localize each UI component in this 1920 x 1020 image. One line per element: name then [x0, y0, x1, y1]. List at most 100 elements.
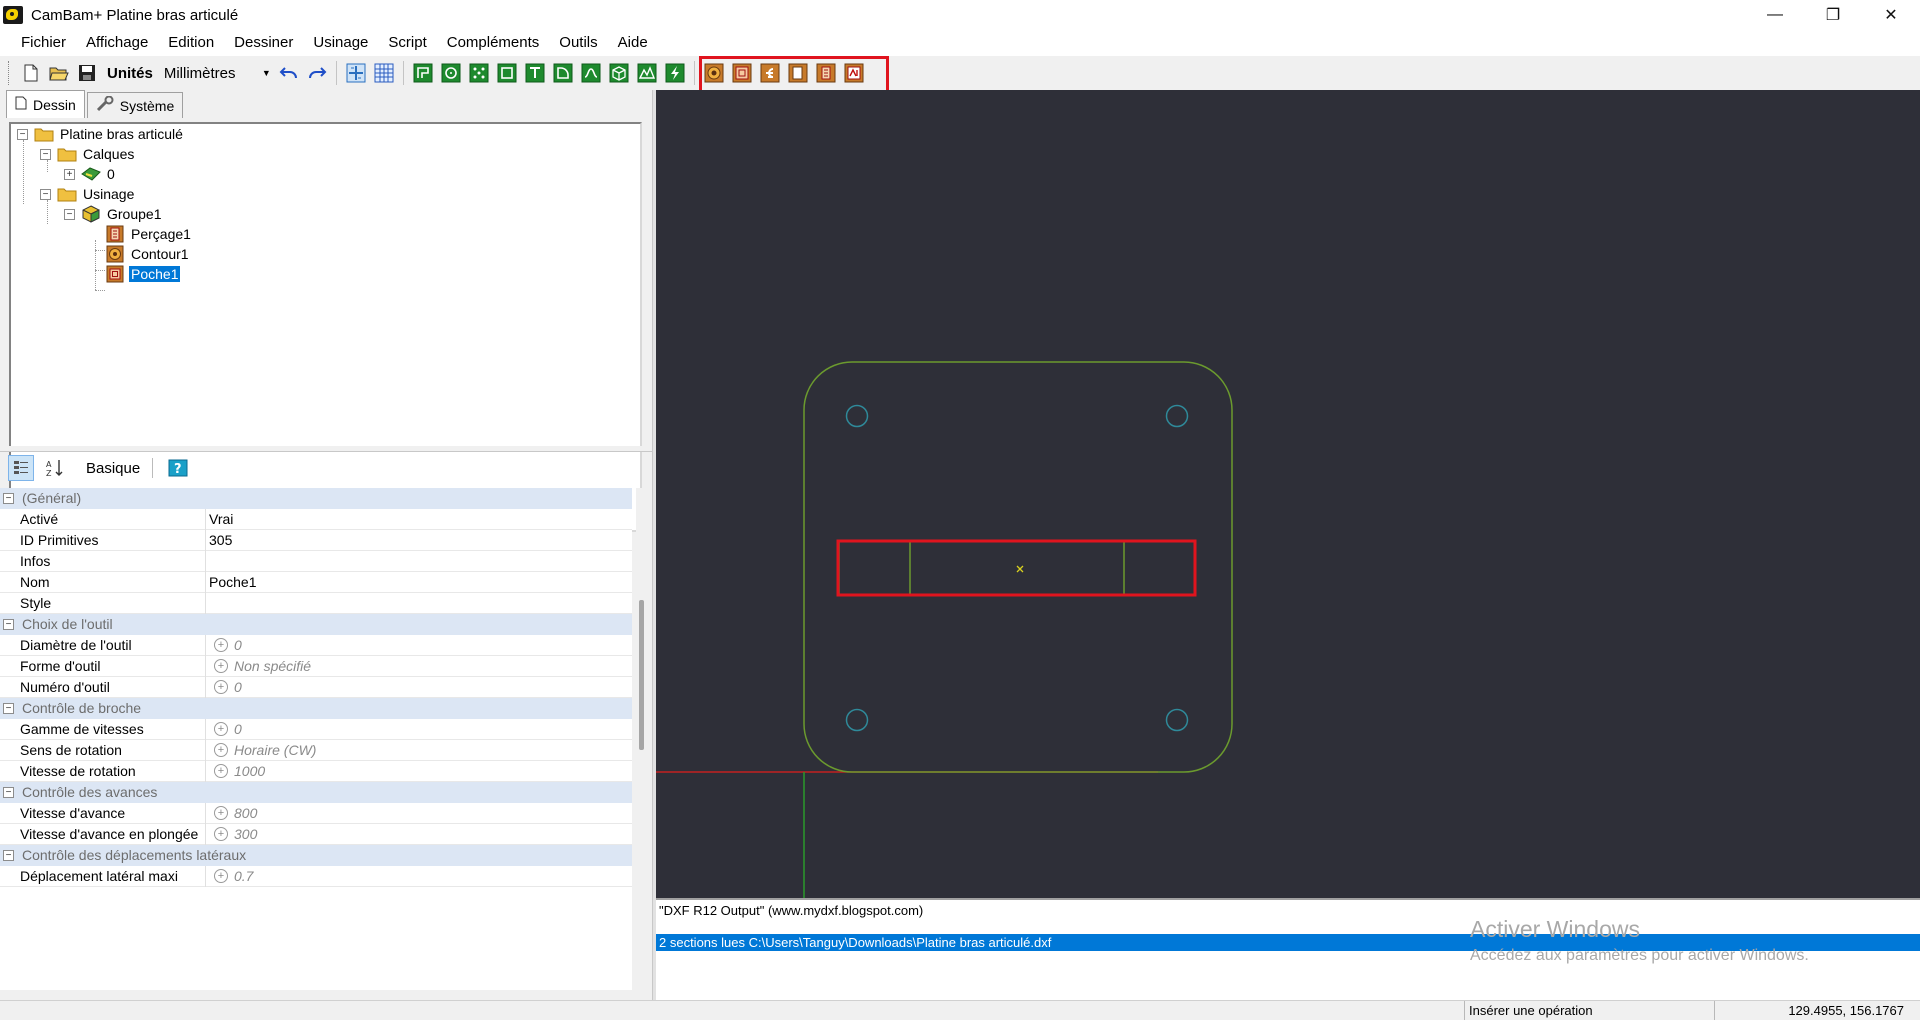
property-value[interactable]: +0: [206, 635, 242, 656]
profile-operation-icon[interactable]: [703, 62, 725, 84]
property-value[interactable]: [206, 593, 209, 614]
property-row[interactable]: Vitesse de rotation +1000: [0, 760, 632, 782]
menu-draw[interactable]: Dessiner: [224, 30, 303, 56]
property-row[interactable]: Déplacement latéral maxi +0.7: [0, 865, 632, 887]
property-row[interactable]: Activé Vrai: [0, 508, 632, 530]
draw-surface-icon[interactable]: [636, 62, 658, 84]
property-value[interactable]: Vrai: [206, 509, 233, 530]
pocket-slot-outline[interactable]: [838, 540, 1196, 596]
property-value[interactable]: +0.7: [206, 866, 253, 887]
property-value[interactable]: +0: [206, 677, 242, 698]
basic-mode-toggle[interactable]: Basique: [86, 460, 140, 477]
collapse-icon[interactable]: −: [3, 849, 14, 861]
collapse-icon[interactable]: −: [40, 188, 51, 200]
toolbar-grip[interactable]: [8, 61, 11, 85]
draw-3d-icon[interactable]: [608, 62, 630, 84]
property-row[interactable]: Style: [0, 592, 632, 614]
generate-gcode-icon[interactable]: [664, 62, 686, 84]
collapse-icon[interactable]: −: [3, 702, 14, 714]
property-value[interactable]: Poche1: [206, 572, 256, 593]
tree-item-drill[interactable]: Perçage1: [105, 224, 193, 244]
inherit-icon[interactable]: +: [214, 764, 228, 778]
property-value[interactable]: +300: [206, 824, 257, 845]
collapse-icon[interactable]: −: [3, 492, 14, 504]
log-line-selected[interactable]: 2 sections lues C:\Users\Tanguy\Download…: [656, 934, 1920, 951]
property-value[interactable]: +0: [206, 719, 242, 740]
lathe-operation-icon[interactable]: [843, 62, 865, 84]
tree-item-pocket[interactable]: Poche1: [105, 264, 182, 284]
menu-view[interactable]: Affichage: [76, 30, 158, 56]
collapse-icon[interactable]: −: [3, 618, 14, 630]
inherit-icon[interactable]: +: [214, 638, 228, 652]
drill-hole-top-right[interactable]: [1165, 404, 1189, 428]
category-tool[interactable]: − Choix de l'outil: [0, 614, 632, 635]
drill-hole-top-left[interactable]: [845, 404, 869, 428]
draw-text-icon[interactable]: [524, 62, 546, 84]
grid-icon[interactable]: [373, 62, 395, 84]
property-value[interactable]: +800: [206, 803, 257, 824]
menu-tools[interactable]: Outils: [549, 30, 607, 56]
property-row[interactable]: Vitesse d'avance en plongée +300: [0, 823, 632, 845]
menu-help[interactable]: Aide: [608, 30, 658, 56]
redo-icon[interactable]: [306, 62, 328, 84]
menu-edit[interactable]: Edition: [158, 30, 224, 56]
menu-file[interactable]: Fichier: [11, 30, 76, 56]
property-value[interactable]: 305: [206, 530, 232, 551]
menu-script[interactable]: Script: [378, 30, 436, 56]
inherit-icon[interactable]: +: [214, 722, 228, 736]
save-icon[interactable]: [76, 62, 98, 84]
property-row[interactable]: Diamètre de l'outil +0: [0, 634, 632, 656]
draw-points-icon[interactable]: [468, 62, 490, 84]
expand-icon[interactable]: +: [64, 168, 75, 180]
properties-scrollbar[interactable]: [636, 488, 648, 990]
alphabetical-sort-icon[interactable]: AZ: [42, 455, 68, 481]
inherit-icon[interactable]: +: [214, 659, 228, 673]
drill-operation-icon[interactable]: [815, 62, 837, 84]
property-value[interactable]: + Non spécifié: [206, 656, 311, 677]
log-line[interactable]: "DXF R12 Output" (www.mydxf.blogspot.com…: [656, 902, 1920, 919]
help-icon[interactable]: ?: [165, 455, 191, 481]
collapse-icon[interactable]: −: [40, 148, 51, 160]
tree-item-profile[interactable]: Contour1: [105, 244, 191, 264]
inherit-icon[interactable]: +: [214, 806, 228, 820]
collapse-icon[interactable]: −: [64, 208, 75, 220]
property-row[interactable]: Gamme de vitesses +0: [0, 718, 632, 740]
drill-hole-bottom-right[interactable]: [1165, 708, 1189, 732]
tree-item-group[interactable]: − Groupe1: [64, 204, 163, 224]
drawing-canvas[interactable]: [656, 90, 1920, 898]
3d-profile-operation-icon[interactable]: [787, 62, 809, 84]
tab-drawing[interactable]: Dessin: [6, 90, 85, 118]
inherit-icon[interactable]: +: [214, 827, 228, 841]
property-row[interactable]: Nom Poche1: [0, 571, 632, 593]
inherit-icon[interactable]: +: [214, 743, 228, 757]
minimize-button[interactable]: —: [1746, 0, 1804, 30]
category-feeds[interactable]: − Contrôle des avances: [0, 782, 632, 803]
tree-item-layer-0[interactable]: + 0: [64, 164, 117, 184]
engrave-operation-icon[interactable]: [759, 62, 781, 84]
close-button[interactable]: ✕: [1862, 0, 1920, 30]
draw-circle-icon[interactable]: [440, 62, 462, 84]
draw-rectangle-icon[interactable]: [496, 62, 518, 84]
tree-item-machining[interactable]: − Usinage: [40, 184, 136, 204]
menu-machining[interactable]: Usinage: [303, 30, 378, 56]
property-row[interactable]: Infos: [0, 550, 632, 572]
open-folder-icon[interactable]: [48, 62, 70, 84]
property-row[interactable]: ID Primitives 305: [0, 529, 632, 551]
property-value[interactable]: + Horaire (CW): [206, 740, 316, 761]
scrollbar-thumb[interactable]: [639, 600, 644, 750]
pocket-operation-icon[interactable]: [731, 62, 753, 84]
restore-button[interactable]: ❐: [1804, 0, 1862, 30]
tree-item-layers[interactable]: − Calques: [40, 144, 136, 164]
draw-spline-icon[interactable]: [580, 62, 602, 84]
tab-system[interactable]: Système: [86, 92, 184, 118]
menu-plugins[interactable]: Compléments: [437, 30, 550, 56]
drill-hole-bottom-left[interactable]: [845, 708, 869, 732]
draw-arc-icon[interactable]: [552, 62, 574, 84]
units-dropdown[interactable]: Millimètres ▼: [160, 61, 275, 85]
property-row[interactable]: Vitesse d'avance +800: [0, 802, 632, 824]
property-value[interactable]: [206, 551, 209, 572]
categorized-view-icon[interactable]: [8, 455, 34, 481]
inherit-icon[interactable]: +: [214, 869, 228, 883]
collapse-icon[interactable]: −: [3, 786, 14, 798]
property-row[interactable]: Forme d'outil + Non spécifié: [0, 655, 632, 677]
